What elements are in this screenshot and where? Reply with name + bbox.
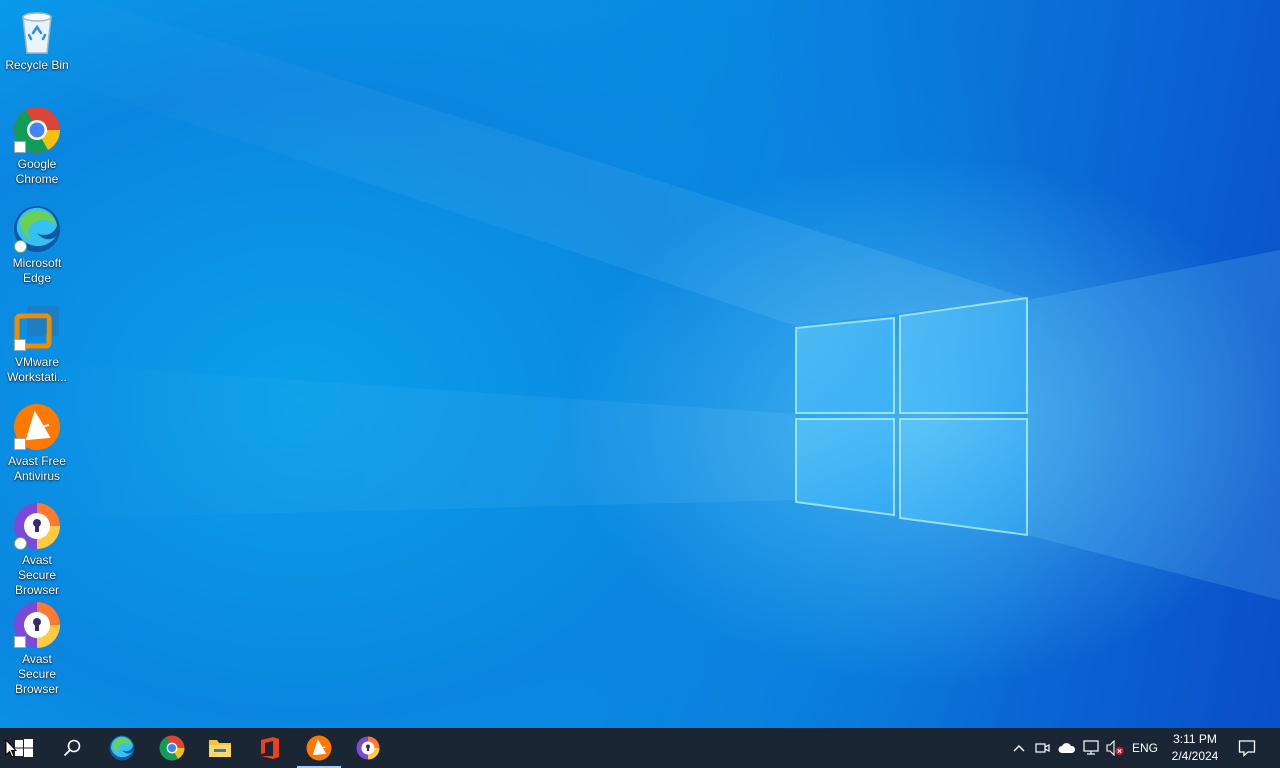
tray-input-language[interactable]: ENG	[1128, 728, 1162, 768]
google-chrome-icon	[159, 735, 185, 761]
folder-icon	[209, 740, 231, 757]
volume-muted-icon	[1106, 740, 1124, 756]
taskbar-google-chrome[interactable]	[148, 728, 196, 768]
desktop-background: Recycle Bin Google Chrome Microsoft Edge…	[0, 0, 1280, 728]
vmware-workstation-icon	[13, 304, 61, 352]
desktop-icon-label: VMware Workstati...	[7, 355, 67, 384]
search-button[interactable]	[48, 728, 96, 768]
taskbar-microsoft-edge[interactable]	[98, 728, 146, 768]
desktop-icon-google-chrome[interactable]: Google Chrome	[2, 106, 72, 187]
microsoft-edge-icon	[13, 205, 61, 253]
google-chrome-icon	[13, 106, 61, 154]
desktop-icon-avast-secure-browser-2[interactable]: Avast Secure Browser	[2, 601, 72, 697]
clock-time: 3:11 PM	[1173, 732, 1217, 746]
sync-check-icon	[14, 537, 27, 550]
tray-volume[interactable]	[1104, 728, 1126, 768]
windows-logo-wallpaper	[0, 0, 1280, 600]
tray-onedrive[interactable]	[1056, 728, 1078, 768]
taskbar-avast-secure-browser[interactable]	[344, 728, 392, 768]
search-icon	[63, 739, 81, 757]
notification-icon	[1238, 740, 1256, 757]
desktop-icon-avast-free-antivirus[interactable]: Avast Free Antivirus	[2, 403, 72, 484]
desktop-icon-label: Recycle Bin	[5, 58, 69, 72]
desktop-icon-label: Avast Secure Browser	[14, 652, 59, 696]
shortcut-arrow-icon	[14, 339, 26, 351]
avast-free-antivirus-icon	[13, 403, 61, 451]
taskbar-office[interactable]	[246, 728, 294, 768]
cloud-icon	[1058, 743, 1076, 753]
mouse-cursor-icon	[5, 739, 17, 758]
taskbar-file-explorer[interactable]	[196, 728, 244, 768]
shortcut-arrow-icon	[14, 438, 26, 450]
chevron-up-icon	[1013, 745, 1025, 752]
desktop-icon-recycle-bin[interactable]: Recycle Bin	[2, 7, 72, 73]
desktop-icon-label: Avast Secure Browser	[14, 553, 59, 597]
taskbar-avast-free-antivirus[interactable]	[295, 728, 343, 768]
sync-check-icon	[14, 240, 27, 253]
tray-network[interactable]	[1080, 728, 1102, 768]
windows-start-icon	[15, 739, 33, 757]
microsoft-edge-icon	[109, 735, 135, 761]
desktop-icon-microsoft-edge[interactable]: Microsoft Edge	[2, 205, 72, 286]
desktop-icon-label: Google Chrome	[15, 157, 59, 186]
tray-meet-now[interactable]	[1032, 728, 1054, 768]
clock-date: 2/4/2024	[1171, 749, 1219, 763]
tray-clock[interactable]: 3:11 PM 2/4/2024	[1164, 731, 1226, 765]
avast-secure-browser-icon	[356, 736, 380, 760]
office-icon	[261, 737, 279, 759]
avast-secure-browser-icon	[13, 502, 61, 550]
desktop-icon-label: Microsoft Edge	[12, 256, 62, 285]
action-center-button[interactable]	[1232, 728, 1262, 768]
desktop-icon-avast-secure-browser[interactable]: Avast Secure Browser	[2, 502, 72, 598]
show-hidden-icons-button[interactable]	[1008, 728, 1030, 768]
recycle-bin-icon	[13, 7, 61, 55]
language-indicator: ENG	[1131, 741, 1158, 755]
shortcut-arrow-icon	[14, 141, 26, 153]
camera-icon	[1035, 743, 1050, 753]
desktop-icon-vmware-workstation[interactable]: VMware Workstati...	[2, 304, 72, 385]
avast-free-antivirus-icon	[306, 735, 332, 761]
network-icon	[1083, 740, 1099, 755]
shortcut-arrow-icon	[14, 636, 26, 648]
taskbar: ENG 3:11 PM 2/4/2024	[0, 728, 1280, 768]
avast-secure-browser-icon	[13, 601, 61, 649]
desktop-icon-label: Avast Free Antivirus	[8, 454, 66, 483]
